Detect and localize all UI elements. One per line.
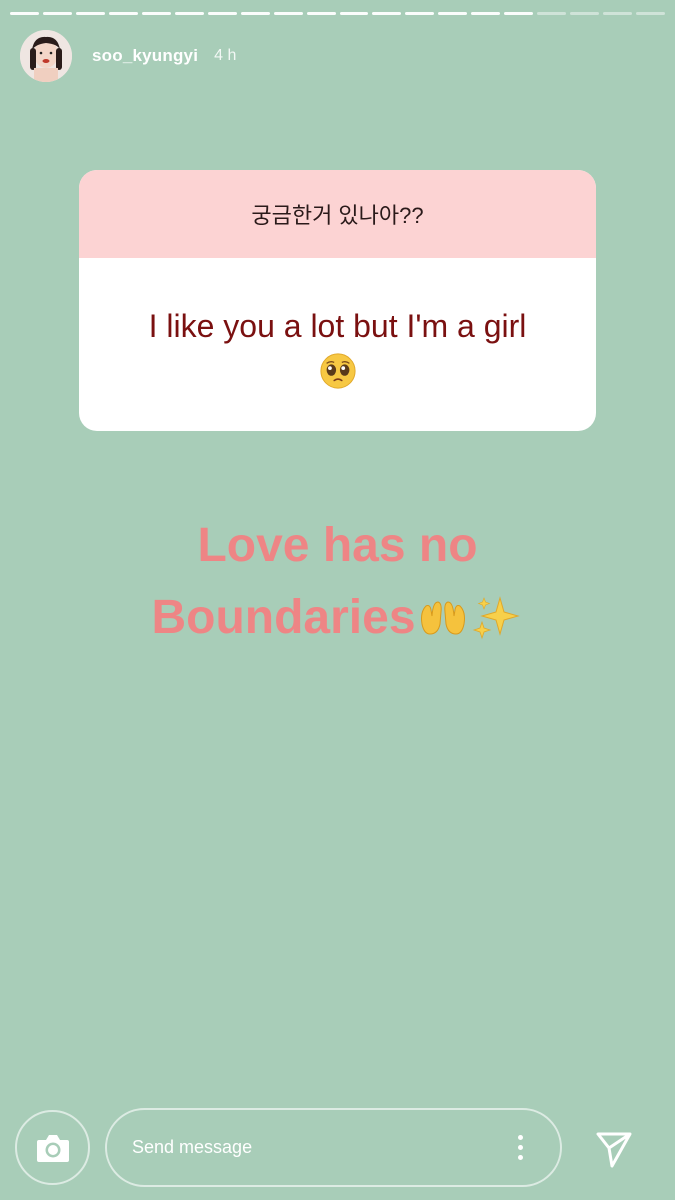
story-header: soo_kyungyi 4 h <box>20 30 236 82</box>
avatar-photo-icon <box>20 30 72 82</box>
post-time: 4 h <box>214 47 237 64</box>
pleading-face-icon <box>319 353 356 389</box>
camera-button[interactable] <box>15 1110 90 1185</box>
caption-line-2-wrap: Boundaries <box>151 582 523 654</box>
story-caption: Love has no Boundaries <box>0 510 675 654</box>
avatar[interactable] <box>20 30 72 82</box>
progress-segment <box>207 12 237 15</box>
progress-segment <box>570 12 600 15</box>
username[interactable]: soo_kyungyi <box>92 46 198 66</box>
caption-line-2: Boundaries <box>151 591 416 644</box>
story-progress-bar <box>10 12 666 15</box>
progress-segment <box>372 12 402 15</box>
progress-segment <box>339 12 369 15</box>
progress-segment <box>636 12 666 15</box>
progress-segment <box>603 12 633 15</box>
caption-line-1: Love has no <box>197 519 478 572</box>
question-sticker[interactable]: 궁금한거 있나아?? I like you a lot but I'm a gi… <box>79 170 596 431</box>
answer-text: I like you a lot but I'm a girl <box>148 308 527 344</box>
progress-segment <box>273 12 303 15</box>
progress-segment <box>141 12 171 15</box>
progress-segment <box>471 12 501 15</box>
open-hands-icon <box>420 601 465 635</box>
progress-segment <box>504 12 534 15</box>
question-prompt: 궁금한거 있나아?? <box>251 203 424 228</box>
progress-segment <box>42 12 72 15</box>
send-message-placeholder: Send message <box>132 1137 253 1157</box>
story-view[interactable]: soo_kyungyi 4 h 궁금한거 있나아?? I like you a … <box>0 0 675 1200</box>
progress-segment <box>10 12 39 15</box>
paper-plane-icon <box>596 1132 632 1168</box>
send-message-field[interactable]: Send message <box>105 1108 562 1187</box>
question-sticker-answer: I like you a lot but I'm a girl <box>79 258 596 431</box>
send-button[interactable] <box>592 1126 636 1170</box>
progress-segment <box>174 12 204 15</box>
progress-segment <box>306 12 336 15</box>
progress-segment <box>405 12 435 15</box>
more-options-icon[interactable] <box>500 1128 540 1168</box>
progress-segment <box>108 12 138 15</box>
progress-segment <box>537 12 567 15</box>
camera-icon <box>36 1134 69 1162</box>
progress-segment <box>75 12 105 15</box>
sparkles-icon <box>472 596 520 640</box>
question-sticker-header: 궁금한거 있나아?? <box>79 170 596 258</box>
progress-segment <box>240 12 270 15</box>
progress-segment <box>438 12 468 15</box>
